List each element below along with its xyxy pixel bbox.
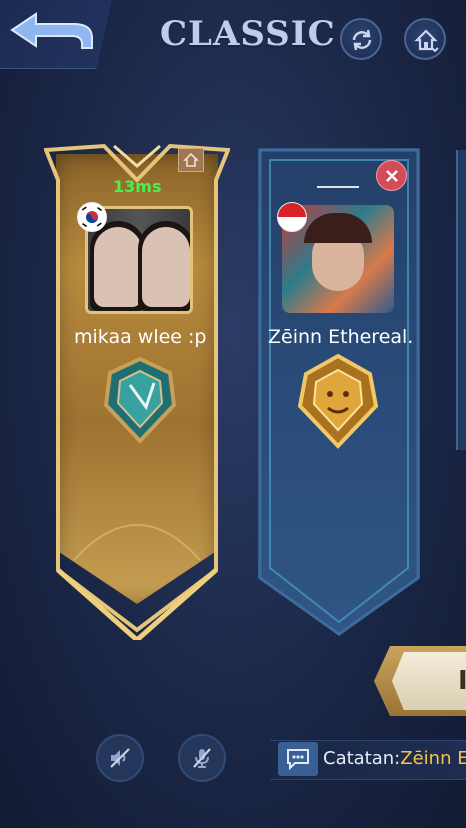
speaker-toggle-button[interactable] xyxy=(96,734,144,782)
chat-sender-name: Zēinn E xyxy=(400,748,466,769)
page-title: CLASSIC xyxy=(160,14,336,54)
back-button[interactable] xyxy=(0,0,112,69)
player-2-name: Zēinn Ethereal. xyxy=(268,326,414,348)
avatar-photo-part xyxy=(304,213,372,243)
mic-muted-icon xyxy=(193,748,211,768)
avatar-photo-part xyxy=(142,227,190,307)
header: CLASSIC xyxy=(0,0,466,78)
refresh-button[interactable] xyxy=(340,18,382,60)
start-button-label: I xyxy=(458,666,466,696)
home-icon xyxy=(183,152,199,167)
avatar-photo-part xyxy=(94,227,142,307)
rank-emblem-icon xyxy=(297,353,379,449)
south-korea-flag-icon xyxy=(77,202,107,232)
player-2-ping-placeholder xyxy=(317,186,359,188)
rank-emblem-icon xyxy=(103,356,177,444)
player-1-host-badge xyxy=(178,148,204,172)
player-2-rank-emblem xyxy=(294,352,382,454)
back-arrow-icon xyxy=(10,12,93,49)
player-1-name: mikaa wlee :p xyxy=(74,326,207,348)
player-1-ping: 13ms xyxy=(113,177,162,196)
player-1-rank-emblem xyxy=(100,355,180,449)
mic-toggle-button[interactable] xyxy=(178,734,226,782)
start-button-face xyxy=(392,652,466,710)
chat-bubble-icon xyxy=(287,749,309,771)
refresh-icon xyxy=(352,29,372,51)
start-button[interactable] xyxy=(374,646,466,716)
speaker-muted-icon xyxy=(110,748,130,768)
home-dropdown-icon xyxy=(414,29,439,53)
close-icon xyxy=(386,170,398,182)
player-card-3-partial[interactable] xyxy=(456,150,466,450)
chat-message: Catatan:Zēinn E xyxy=(323,748,466,769)
indonesia-flag-icon xyxy=(277,202,307,232)
kick-player-button[interactable] xyxy=(376,160,407,191)
chat-label: Catatan: xyxy=(323,748,401,769)
home-dropdown-button[interactable] xyxy=(404,18,446,60)
chat-button[interactable] xyxy=(278,742,318,776)
